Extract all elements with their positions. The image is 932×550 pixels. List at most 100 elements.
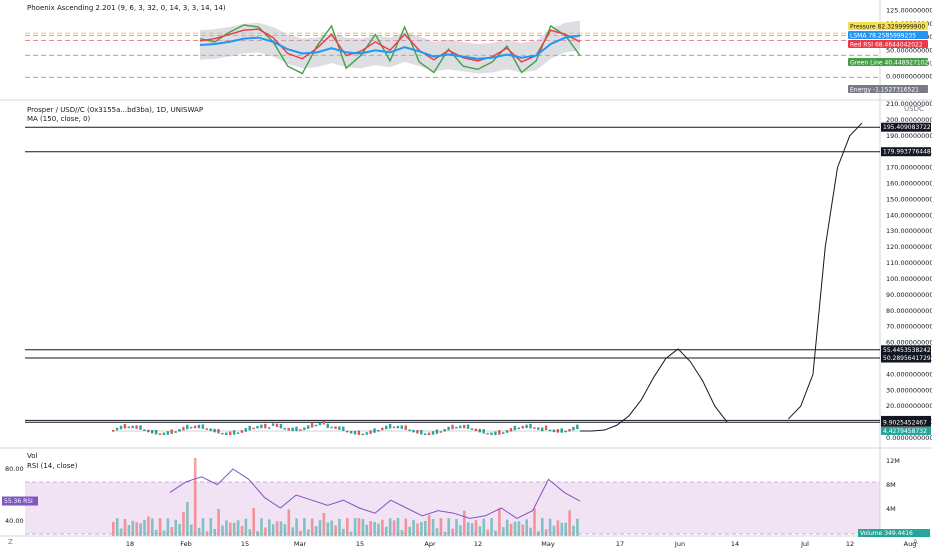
volume-bar — [568, 510, 571, 536]
candle — [151, 429, 154, 434]
timezone-button[interactable]: Z — [8, 538, 13, 546]
indicator-title[interactable]: Phoenix Ascending 2.201 (9, 6, 3, 32, 0,… — [27, 4, 226, 12]
last-price-text: 4.4279458732 — [883, 428, 927, 435]
volume-bar — [217, 508, 220, 536]
symbol-title[interactable]: Prosper / USD//C (0x3155a...bd3ba), 1D, … — [27, 106, 203, 114]
volume-bar — [424, 520, 427, 536]
volume-bar — [435, 528, 439, 536]
candle — [431, 431, 435, 435]
ma-title[interactable]: MA (150, close, 0) — [27, 115, 90, 123]
candle — [291, 427, 294, 432]
candle — [466, 424, 470, 429]
candle — [544, 425, 548, 431]
volume-bar — [556, 520, 560, 536]
hline-price-tag: 195.4090837226 — [881, 122, 932, 132]
hline-price-text: 9.9025452467 — [883, 419, 927, 426]
volume-bar — [209, 518, 213, 536]
indicator-level-text: Red RSI 68.4644042022 — [850, 42, 923, 49]
volume-bar — [225, 520, 228, 536]
candle — [119, 425, 123, 430]
candle — [307, 425, 310, 429]
candle — [490, 432, 493, 436]
volume-bar — [119, 528, 123, 536]
candle — [541, 427, 544, 432]
volume-bar — [186, 502, 189, 536]
volume-bar — [147, 516, 150, 536]
volume-bar — [385, 526, 388, 536]
candle — [182, 426, 185, 431]
candle — [225, 432, 228, 436]
candle — [373, 428, 376, 433]
candle — [396, 425, 400, 429]
volume-bar — [525, 519, 528, 536]
candle — [361, 433, 364, 436]
volume-bar — [349, 531, 353, 536]
volume-bar — [268, 519, 271, 536]
volume-bar — [131, 520, 135, 536]
volume-bar — [248, 529, 252, 536]
candle — [529, 423, 532, 429]
rsi-value-text: 55.36 RSI — [4, 498, 33, 505]
volume-bar — [283, 524, 287, 536]
candle — [470, 428, 474, 430]
ma-line — [580, 348, 728, 432]
volume-bar — [502, 527, 505, 536]
volume-bar — [408, 526, 411, 536]
candle — [478, 428, 481, 433]
volume-bar — [143, 519, 146, 536]
candle — [135, 425, 138, 429]
volume-bar — [112, 522, 115, 536]
indicator-level-text: Pressure 82.3299999900 — [850, 24, 925, 31]
candle — [349, 431, 353, 434]
volume-bar — [135, 522, 138, 536]
indicator-level-tag: Pressure 82.3299999900 — [848, 22, 928, 31]
volume-bar — [326, 522, 330, 536]
candle — [533, 427, 536, 429]
price-tick-label: 160.0000000000 — [886, 180, 932, 188]
candle — [517, 427, 520, 430]
volume-bar — [264, 527, 267, 536]
price-tick-label: 110.0000000000 — [886, 259, 932, 267]
price-tick-label: 190.0000000000 — [886, 132, 932, 140]
volume-bar — [299, 530, 302, 536]
volume-bar — [505, 519, 509, 536]
candle — [287, 427, 290, 431]
volume-bar — [357, 518, 361, 536]
candle — [392, 426, 396, 429]
candle — [427, 432, 431, 436]
auto-scale-button[interactable]: A — [913, 538, 918, 546]
candle — [264, 423, 267, 429]
time-axis-label: May — [541, 540, 555, 548]
volume-bar — [564, 522, 567, 536]
candle — [205, 428, 208, 430]
volume-bar — [544, 529, 548, 536]
volume-bar — [240, 525, 244, 536]
candle — [435, 429, 439, 434]
volume-bar — [291, 527, 294, 536]
candle — [318, 422, 322, 426]
candle — [572, 426, 575, 431]
rsi-title[interactable]: RSI (14, close) — [27, 462, 77, 470]
volume-bar — [533, 508, 536, 536]
hline-price-text: 55.4453538242 — [883, 347, 931, 354]
time-axis-label: 15 — [356, 540, 364, 548]
volume-tick-label: 12M — [886, 457, 900, 465]
indicator-level-tag: Energy -1.1527316521 — [848, 85, 928, 94]
volume-bar — [151, 518, 154, 536]
volume-title[interactable]: Vol — [27, 452, 37, 460]
candle — [525, 424, 528, 429]
price-tick-label: 200.0000000000 — [886, 116, 932, 124]
volume-bar — [459, 525, 462, 536]
chart-canvas[interactable]: 125.0000000000100.000000000075.000000000… — [0, 0, 932, 550]
candle — [162, 432, 166, 436]
volume-bar — [307, 529, 310, 536]
candle — [314, 424, 318, 427]
indicator-level-text: Energy -1.1527316521 — [850, 87, 919, 94]
hline-price-text: 179.9937764487 — [883, 149, 932, 156]
time-axis-label: 17 — [616, 540, 624, 548]
candle — [158, 433, 162, 436]
volume-bar — [158, 518, 162, 536]
candle — [486, 432, 489, 435]
volume-bar — [427, 514, 431, 536]
volume-bar — [381, 519, 384, 536]
